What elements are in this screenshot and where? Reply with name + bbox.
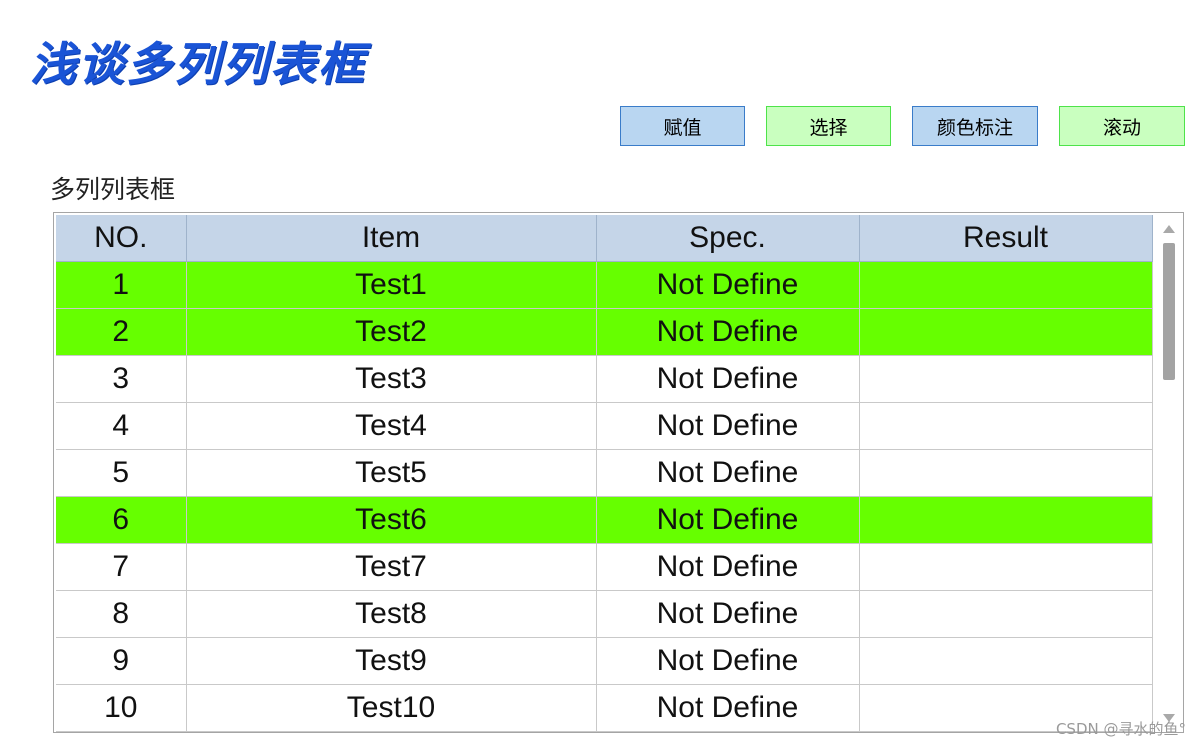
column-header-result[interactable]: Result (859, 215, 1153, 262)
table-row[interactable]: 8 Test8 Not Define (56, 590, 1153, 638)
cell-spec: Not Define (596, 355, 860, 403)
table-row[interactable]: 9 Test9 Not Define (56, 637, 1153, 685)
cell-item: Test5 (186, 449, 597, 497)
cell-spec: Not Define (596, 449, 860, 497)
vertical-scrollbar[interactable] (1155, 213, 1183, 732)
cell-result (859, 449, 1153, 497)
cell-item: Test9 (186, 637, 597, 685)
cell-no: 2 (56, 308, 187, 356)
select-button-label: 选择 (809, 116, 848, 139)
cell-result (859, 496, 1153, 544)
watermark: CSDN @寻水的鱼° (1055, 720, 1186, 738)
listbox-label: 多列列表框 (50, 175, 176, 204)
cell-item: Test4 (186, 402, 597, 450)
table-row[interactable]: 3 Test3 Not Define (56, 355, 1153, 403)
cell-spec: Not Define (596, 590, 860, 638)
cell-spec: Not Define (596, 402, 860, 450)
table-row[interactable]: 1 Test1 Not Define (56, 261, 1153, 309)
cell-spec: Not Define (596, 308, 860, 356)
multicolumn-listbox[interactable]: NO. Item Spec. Result 1 Test1 Not Define 2 T… (53, 212, 1184, 733)
table-row[interactable]: 4 Test4 Not Define (56, 402, 1153, 450)
column-header-no[interactable]: NO. (56, 215, 187, 262)
cell-no: 6 (56, 496, 187, 544)
table-row[interactable]: 10 Test10 Not Define (56, 684, 1153, 732)
cell-no: 10 (56, 684, 187, 732)
assign-value-button-label: 赋值 (663, 116, 702, 139)
table-row[interactable]: 2 Test2 Not Define (56, 308, 1153, 356)
cell-spec: Not Define (596, 637, 860, 685)
cell-result (859, 402, 1153, 450)
cell-no: 7 (56, 543, 187, 591)
cell-item: Test3 (186, 355, 597, 403)
cell-spec: Not Define (596, 684, 860, 732)
page-title: 浅谈多列列表框 (30, 37, 366, 91)
table-row[interactable]: 7 Test7 Not Define (56, 543, 1153, 591)
table-row[interactable]: 5 Test5 Not Define (56, 449, 1153, 497)
cell-spec: Not Define (596, 496, 860, 544)
listbox-table: NO. Item Spec. Result 1 Test1 Not Define 2 T… (56, 215, 1153, 732)
cell-result (859, 590, 1153, 638)
cell-item: Test1 (186, 261, 597, 309)
cell-result (859, 637, 1153, 685)
cell-result (859, 261, 1153, 309)
cell-result (859, 308, 1153, 356)
cell-item: Test6 (186, 496, 597, 544)
color-mark-button[interactable]: 颜色标注 (912, 106, 1038, 146)
cell-no: 9 (56, 637, 187, 685)
cell-spec: Not Define (596, 261, 860, 309)
scroll-button[interactable]: 滚动 (1059, 106, 1185, 146)
scroll-button-label: 滚动 (1102, 116, 1141, 139)
cell-no: 4 (56, 402, 187, 450)
cell-item: Test2 (186, 308, 597, 356)
cell-item: Test10 (186, 684, 597, 732)
cell-result (859, 355, 1153, 403)
scrollbar-thumb[interactable] (1163, 243, 1175, 380)
select-button[interactable]: 选择 (766, 106, 891, 146)
column-header-spec[interactable]: Spec. (596, 215, 860, 262)
cell-no: 3 (56, 355, 187, 403)
table-row[interactable]: 6 Test6 Not Define (56, 496, 1153, 544)
cell-result (859, 543, 1153, 591)
scroll-up-arrow-icon[interactable] (1163, 225, 1175, 233)
cell-no: 5 (56, 449, 187, 497)
assign-value-button[interactable]: 赋值 (620, 106, 745, 146)
header-row: NO. Item Spec. Result (56, 215, 1153, 262)
column-header-item[interactable]: Item (186, 215, 597, 262)
color-mark-button-label: 颜色标注 (936, 116, 1013, 139)
cell-no: 8 (56, 590, 187, 638)
cell-item: Test8 (186, 590, 597, 638)
cell-no: 1 (56, 261, 187, 309)
cell-item: Test7 (186, 543, 597, 591)
cell-spec: Not Define (596, 543, 860, 591)
